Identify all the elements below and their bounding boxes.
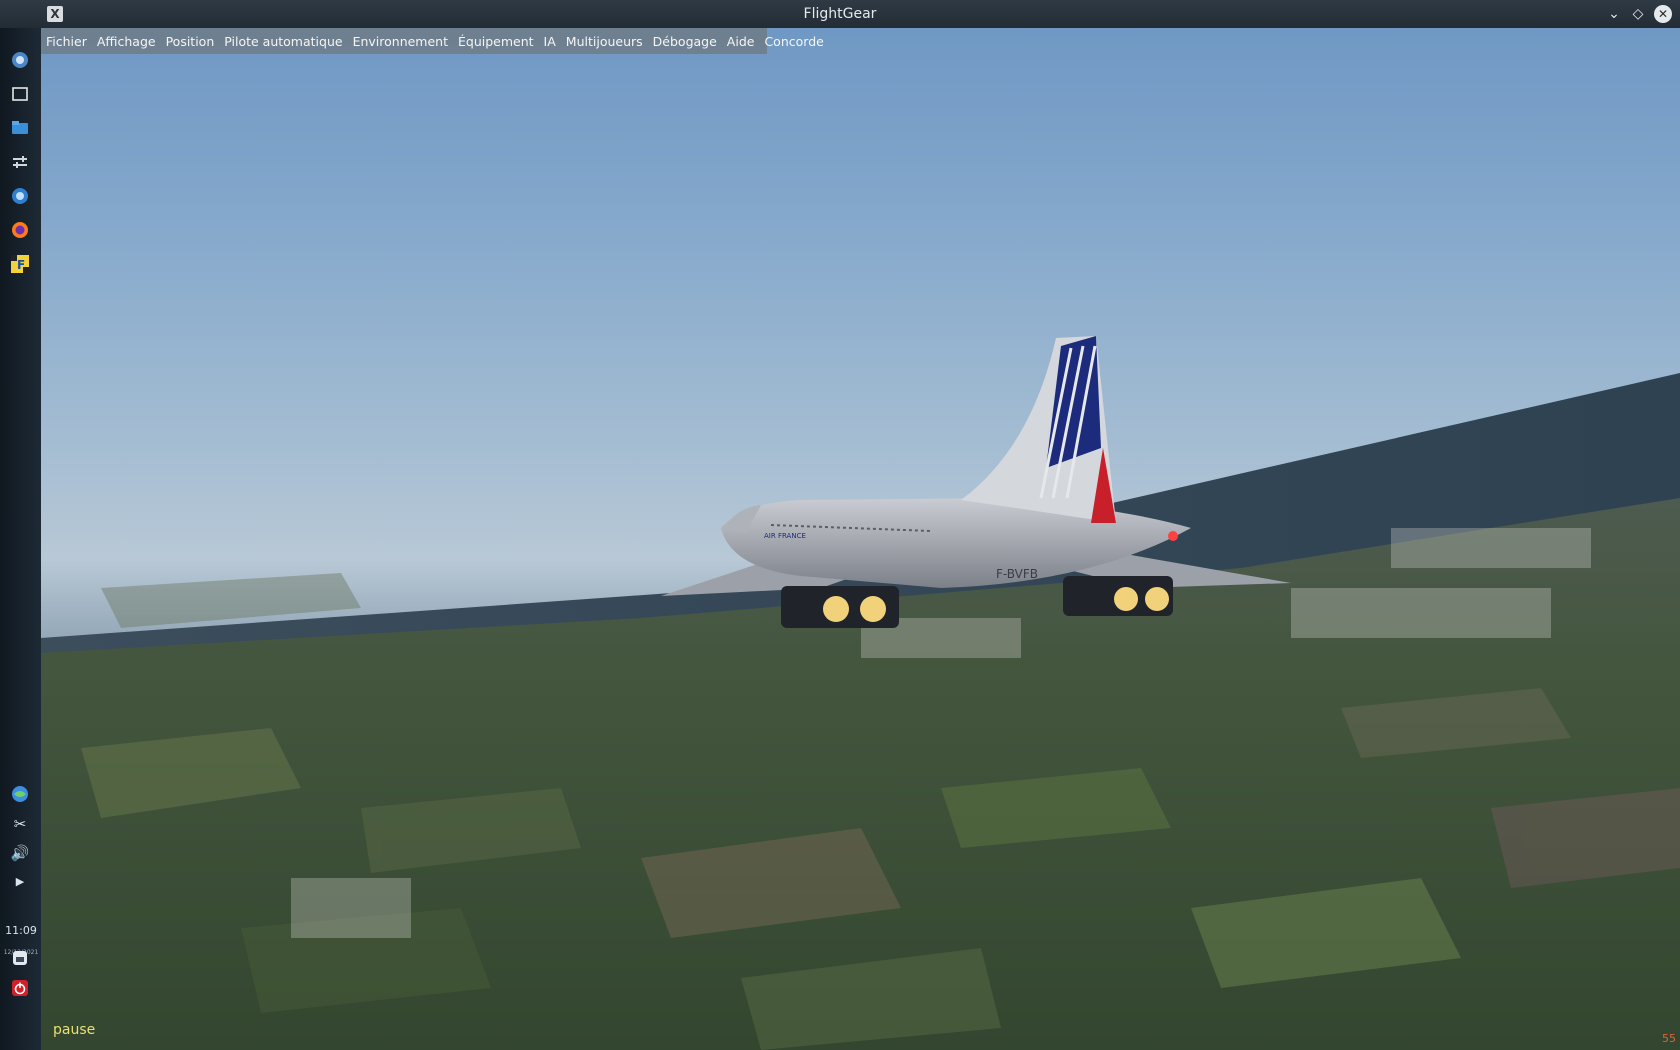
clock: 11:09 — [5, 924, 37, 937]
settings-icon[interactable] — [10, 152, 30, 172]
registration-label: F-BVFB — [996, 567, 1038, 581]
concorde-aircraft — [661, 336, 1291, 628]
fps-counter: 55 — [1662, 1032, 1676, 1045]
window-title: FlightGear — [803, 6, 877, 22]
kde-menu-icon[interactable] — [10, 50, 30, 70]
lock-icon[interactable] — [10, 948, 30, 968]
file-manager-icon[interactable] — [10, 118, 30, 138]
system-settings-icon[interactable] — [10, 186, 30, 206]
side-panel: F ✂ 🔊 ▶ 11:09 12/12/2021 — [0, 28, 41, 1050]
volume-icon[interactable]: 🔊 — [10, 843, 30, 863]
maximize-button[interactable]: ◇ — [1628, 4, 1648, 24]
menu-environnement[interactable]: Environnement — [348, 34, 453, 49]
menu-multijoueurs[interactable]: Multijoueurs — [561, 34, 648, 49]
network-icon[interactable] — [10, 784, 30, 804]
close-button[interactable]: ✕ — [1654, 5, 1672, 23]
expand-arrow-icon[interactable]: ▶ — [10, 871, 30, 891]
menu-ia[interactable]: IA — [539, 34, 561, 49]
scissors-icon[interactable]: ✂ — [10, 814, 30, 834]
menu-fichier[interactable]: Fichier — [41, 34, 92, 49]
svg-text:F: F — [17, 258, 25, 272]
menu-equipement[interactable]: Équipement — [453, 34, 539, 49]
window-titlebar: X FlightGear ⌄ ◇ ✕ — [0, 0, 1680, 28]
menu-bar: Fichier Affichage Position Pilote automa… — [41, 28, 824, 54]
pause-status: pause — [53, 1022, 96, 1038]
menu-affichage[interactable]: Affichage — [92, 34, 161, 49]
firefox-icon[interactable] — [10, 220, 30, 240]
menu-concorde[interactable]: Concorde — [759, 34, 828, 49]
simulator-viewport[interactable]: F-BVFB AIR FRANCE — [41, 28, 1680, 1050]
menu-pilote-automatique[interactable]: Pilote automatique — [219, 34, 347, 49]
menu-aide[interactable]: Aide — [722, 34, 760, 49]
power-icon[interactable] — [10, 978, 30, 998]
scene: F-BVFB AIR FRANCE — [41, 336, 1680, 1050]
livery-label: AIR FRANCE — [764, 532, 806, 540]
menu-debogage[interactable]: Débogage — [648, 34, 722, 49]
desktop-icon[interactable] — [10, 84, 30, 104]
menu-position[interactable]: Position — [161, 34, 220, 49]
flightgear-icon[interactable]: F — [10, 254, 30, 274]
minimize-button[interactable]: ⌄ — [1604, 4, 1624, 24]
